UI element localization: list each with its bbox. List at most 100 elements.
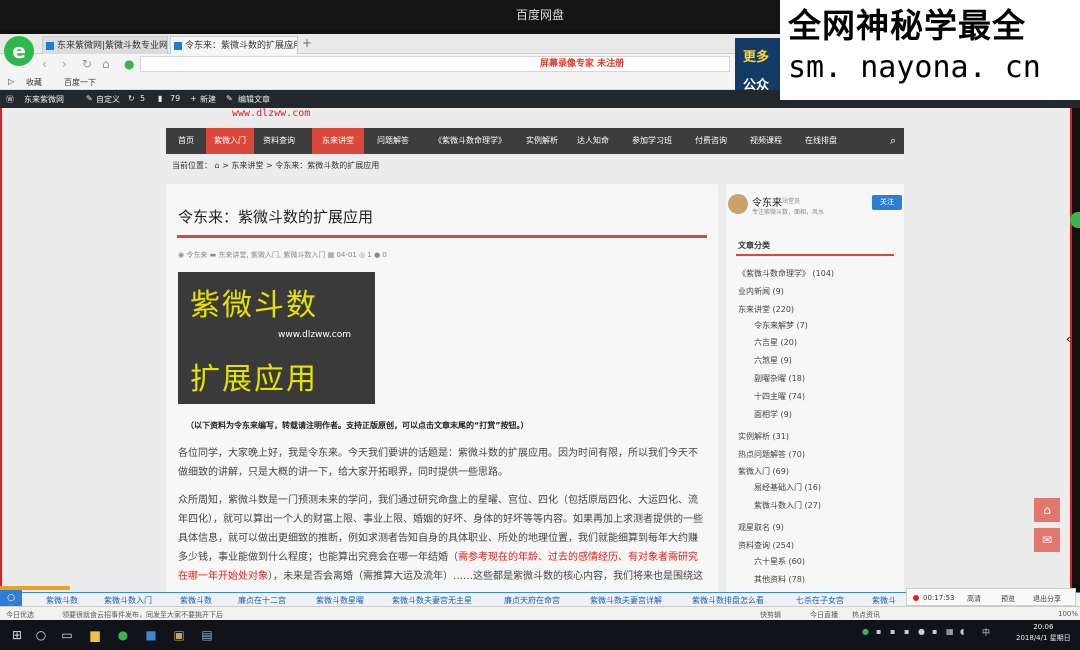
browser-tab-1[interactable]: 东来紫微网|紫微斗数专业网站 (42, 36, 168, 54)
tray-icon[interactable]: ▪ (904, 627, 909, 636)
post-categories[interactable]: 东来讲堂, 紫微入门, 紫微斗数入门 (218, 251, 325, 259)
app-icon[interactable]: ■ (142, 626, 160, 644)
task-view-icon[interactable]: ▭ (58, 626, 76, 644)
search-icon[interactable]: ○ (32, 626, 50, 644)
keyword-link[interactable]: 七杀在子女宫 (796, 595, 844, 606)
nav-item-ziwei-intro[interactable]: 紫微入门 (206, 128, 254, 154)
sidebar-category[interactable]: 资料查询 (254) (738, 540, 794, 551)
refresh-icon[interactable]: ↻ (82, 57, 92, 71)
windows-start-icon[interactable]: ⊞ (8, 626, 26, 644)
volume-icon[interactable]: ◖ (960, 627, 964, 636)
sidebar-category[interactable]: 热点问题解答 (70) (738, 449, 805, 460)
keyword-link[interactable]: 紫微斗数入门 (104, 595, 152, 606)
taskbar-clock[interactable]: 20:06 2018/4/1 星期日 (1016, 622, 1071, 644)
back-arrow-icon[interactable]: ‹ (42, 57, 47, 71)
nav-item-case-studies[interactable]: 实例解析 (518, 128, 566, 154)
wp-site-name[interactable]: 东来紫微网 (24, 94, 64, 105)
recorder-app-icon[interactable]: ▣ (170, 626, 188, 644)
chat-icon[interactable]: ✉ (1034, 528, 1060, 552)
sidebar-subcategory[interactable]: 易经基础入门 (16) (754, 482, 821, 493)
nav-item-paid-consult[interactable]: 付费咨询 (684, 128, 738, 154)
sidebar-subcategory[interactable]: 六煞星 (9) (754, 355, 792, 366)
keyword-link[interactable]: 紫微斗数排盘怎么看 (692, 595, 764, 606)
wp-comments-count[interactable]: 79 (170, 94, 180, 103)
status-item[interactable]: 热点资讯 (852, 610, 880, 620)
sidebar-subcategory[interactable]: 六吉星 (20) (754, 337, 797, 348)
keyword-link[interactable]: 紫微斗数星曜 (316, 595, 364, 606)
sidebar-subcategory[interactable]: 其他资料 (78) (754, 574, 805, 585)
nav-item-data-query[interactable]: 资料查询 (254, 128, 304, 154)
nav-item-video-courses[interactable]: 视频课程 (740, 128, 792, 154)
nav-item-masters[interactable]: 达人知命 (568, 128, 618, 154)
sidebar-category[interactable]: 观星取名 (9) (738, 522, 784, 533)
bookmark-favorites[interactable]: 收藏 (26, 77, 42, 88)
sidebar-subcategory[interactable]: 副曜杂曜 (18) (754, 373, 805, 384)
sidebar-category[interactable]: 《紫微斗数命理学》 (104) (738, 268, 834, 279)
status-item[interactable]: 今日直播 (810, 610, 838, 620)
keyword-link[interactable]: 紫微斗数夫妻宫详解 (590, 595, 662, 606)
sidebar-subcategory[interactable]: 令东来解梦 (7) (754, 320, 808, 331)
wp-updates-count[interactable]: 5 (140, 94, 145, 103)
tray-icon[interactable]: ● (862, 627, 869, 636)
sidebar-category[interactable]: 紫微入门 (69) (738, 466, 789, 477)
bookmark-arrow-icon[interactable]: ▷ (8, 77, 14, 86)
nav-item-home[interactable]: 首页 (166, 128, 206, 154)
keyword-link[interactable]: 廉贞天府在命宫 (504, 595, 560, 606)
sidebar-subcategory[interactable]: 十四主曜 (74) (754, 391, 805, 402)
sidebar-category[interactable]: 实例解析 (31) (738, 431, 789, 442)
search-icon[interactable]: ○ (0, 590, 22, 606)
sidebar-subcategory[interactable]: 紫微斗数入门 (27) (754, 500, 821, 511)
forward-arrow-icon[interactable]: › (62, 57, 67, 71)
exit-share-button[interactable]: 退出分享 (1033, 594, 1061, 604)
search-icon[interactable]: ⌕ (890, 134, 896, 148)
sidebar-subcategory[interactable]: 六十星系 (60) (754, 556, 805, 567)
keyword-link[interactable]: 廉贞在十二宫 (238, 595, 286, 606)
quality-button[interactable]: 高清 (967, 594, 981, 604)
sidebar-subcategory[interactable]: 面相学 (9) (754, 409, 792, 420)
nav-item-book[interactable]: 《紫微斗数命理学》 (422, 128, 518, 154)
tray-icon[interactable]: ▪ (932, 627, 937, 636)
zoom-level[interactable]: 100% (1058, 610, 1078, 618)
home-icon[interactable]: ⌂ (215, 161, 220, 170)
wp-edit-post[interactable]: 编辑文章 (238, 94, 270, 105)
keyword-link[interactable]: 紫微斗数 (180, 595, 212, 606)
close-tab-icon[interactable]: × (286, 37, 294, 54)
nav-item-qa[interactable]: 问题解答 (366, 128, 420, 154)
ime-indicator[interactable]: 中 (982, 627, 990, 638)
avatar[interactable] (728, 194, 748, 214)
follow-button[interactable]: 关注 (872, 195, 902, 210)
new-tab-button[interactable]: + (302, 36, 312, 50)
status-item[interactable]: 快剪辑 (760, 610, 781, 620)
browser-app-icon[interactable]: ● (114, 626, 132, 644)
side-widget-icon[interactable] (1070, 212, 1080, 228)
sidebar-category[interactable]: 业内新闻 (9) (738, 286, 784, 297)
nav-item-online-chart[interactable]: 在线排盘 (794, 128, 848, 154)
chevron-left-icon[interactable]: ‹ (1066, 332, 1071, 346)
preview-button[interactable]: 预览 (1001, 594, 1015, 604)
network-icon[interactable]: ▦ (946, 627, 954, 636)
post-author[interactable]: 令东来 (186, 251, 207, 259)
breadcrumb-path[interactable]: > 东来讲堂 > 令东来：紫微斗数的扩展应用 (222, 161, 379, 170)
wp-new[interactable]: 新建 (200, 94, 216, 105)
home-icon[interactable]: ⌂ (1034, 498, 1060, 522)
nav-item-donglai-lectures[interactable]: 东来讲堂 (312, 128, 364, 154)
url-input[interactable] (140, 56, 730, 72)
browser-tab-2[interactable]: 令东来：紫微斗数的扩展应用|东... × (170, 36, 298, 54)
browser-logo-icon[interactable]: e (4, 36, 34, 66)
status-left-label[interactable]: 今日优选 (6, 610, 34, 620)
bookmark-baidu[interactable]: 百度一下 (64, 77, 96, 88)
wp-customize[interactable]: 自定义 (96, 94, 120, 105)
tray-icon[interactable]: ● (918, 627, 925, 636)
netdisk-app-icon[interactable]: ▤ (198, 626, 216, 644)
file-explorer-icon[interactable]: ▆ (86, 626, 104, 644)
nav-item-classes[interactable]: 参加学习班 (622, 128, 682, 154)
keyword-link[interactable]: 紫微斗数夫妻宫无主星 (392, 595, 472, 606)
tray-icon[interactable]: ▪ (876, 627, 881, 636)
sidebar-category[interactable]: 东来讲堂 (220) (738, 304, 794, 315)
home-icon[interactable]: ⌂ (102, 57, 110, 71)
wordpress-logo-icon[interactable]: Ⓦ (6, 94, 14, 105)
keyword-link[interactable]: 紫微斗数 (46, 595, 78, 606)
tray-icon[interactable]: ▪ (890, 627, 895, 636)
keyword-link[interactable]: 紫微斗 (872, 595, 902, 606)
status-ticker[interactable]: 领要很就食云招事件发布，同发至大家不要挑开下后 (62, 610, 223, 620)
